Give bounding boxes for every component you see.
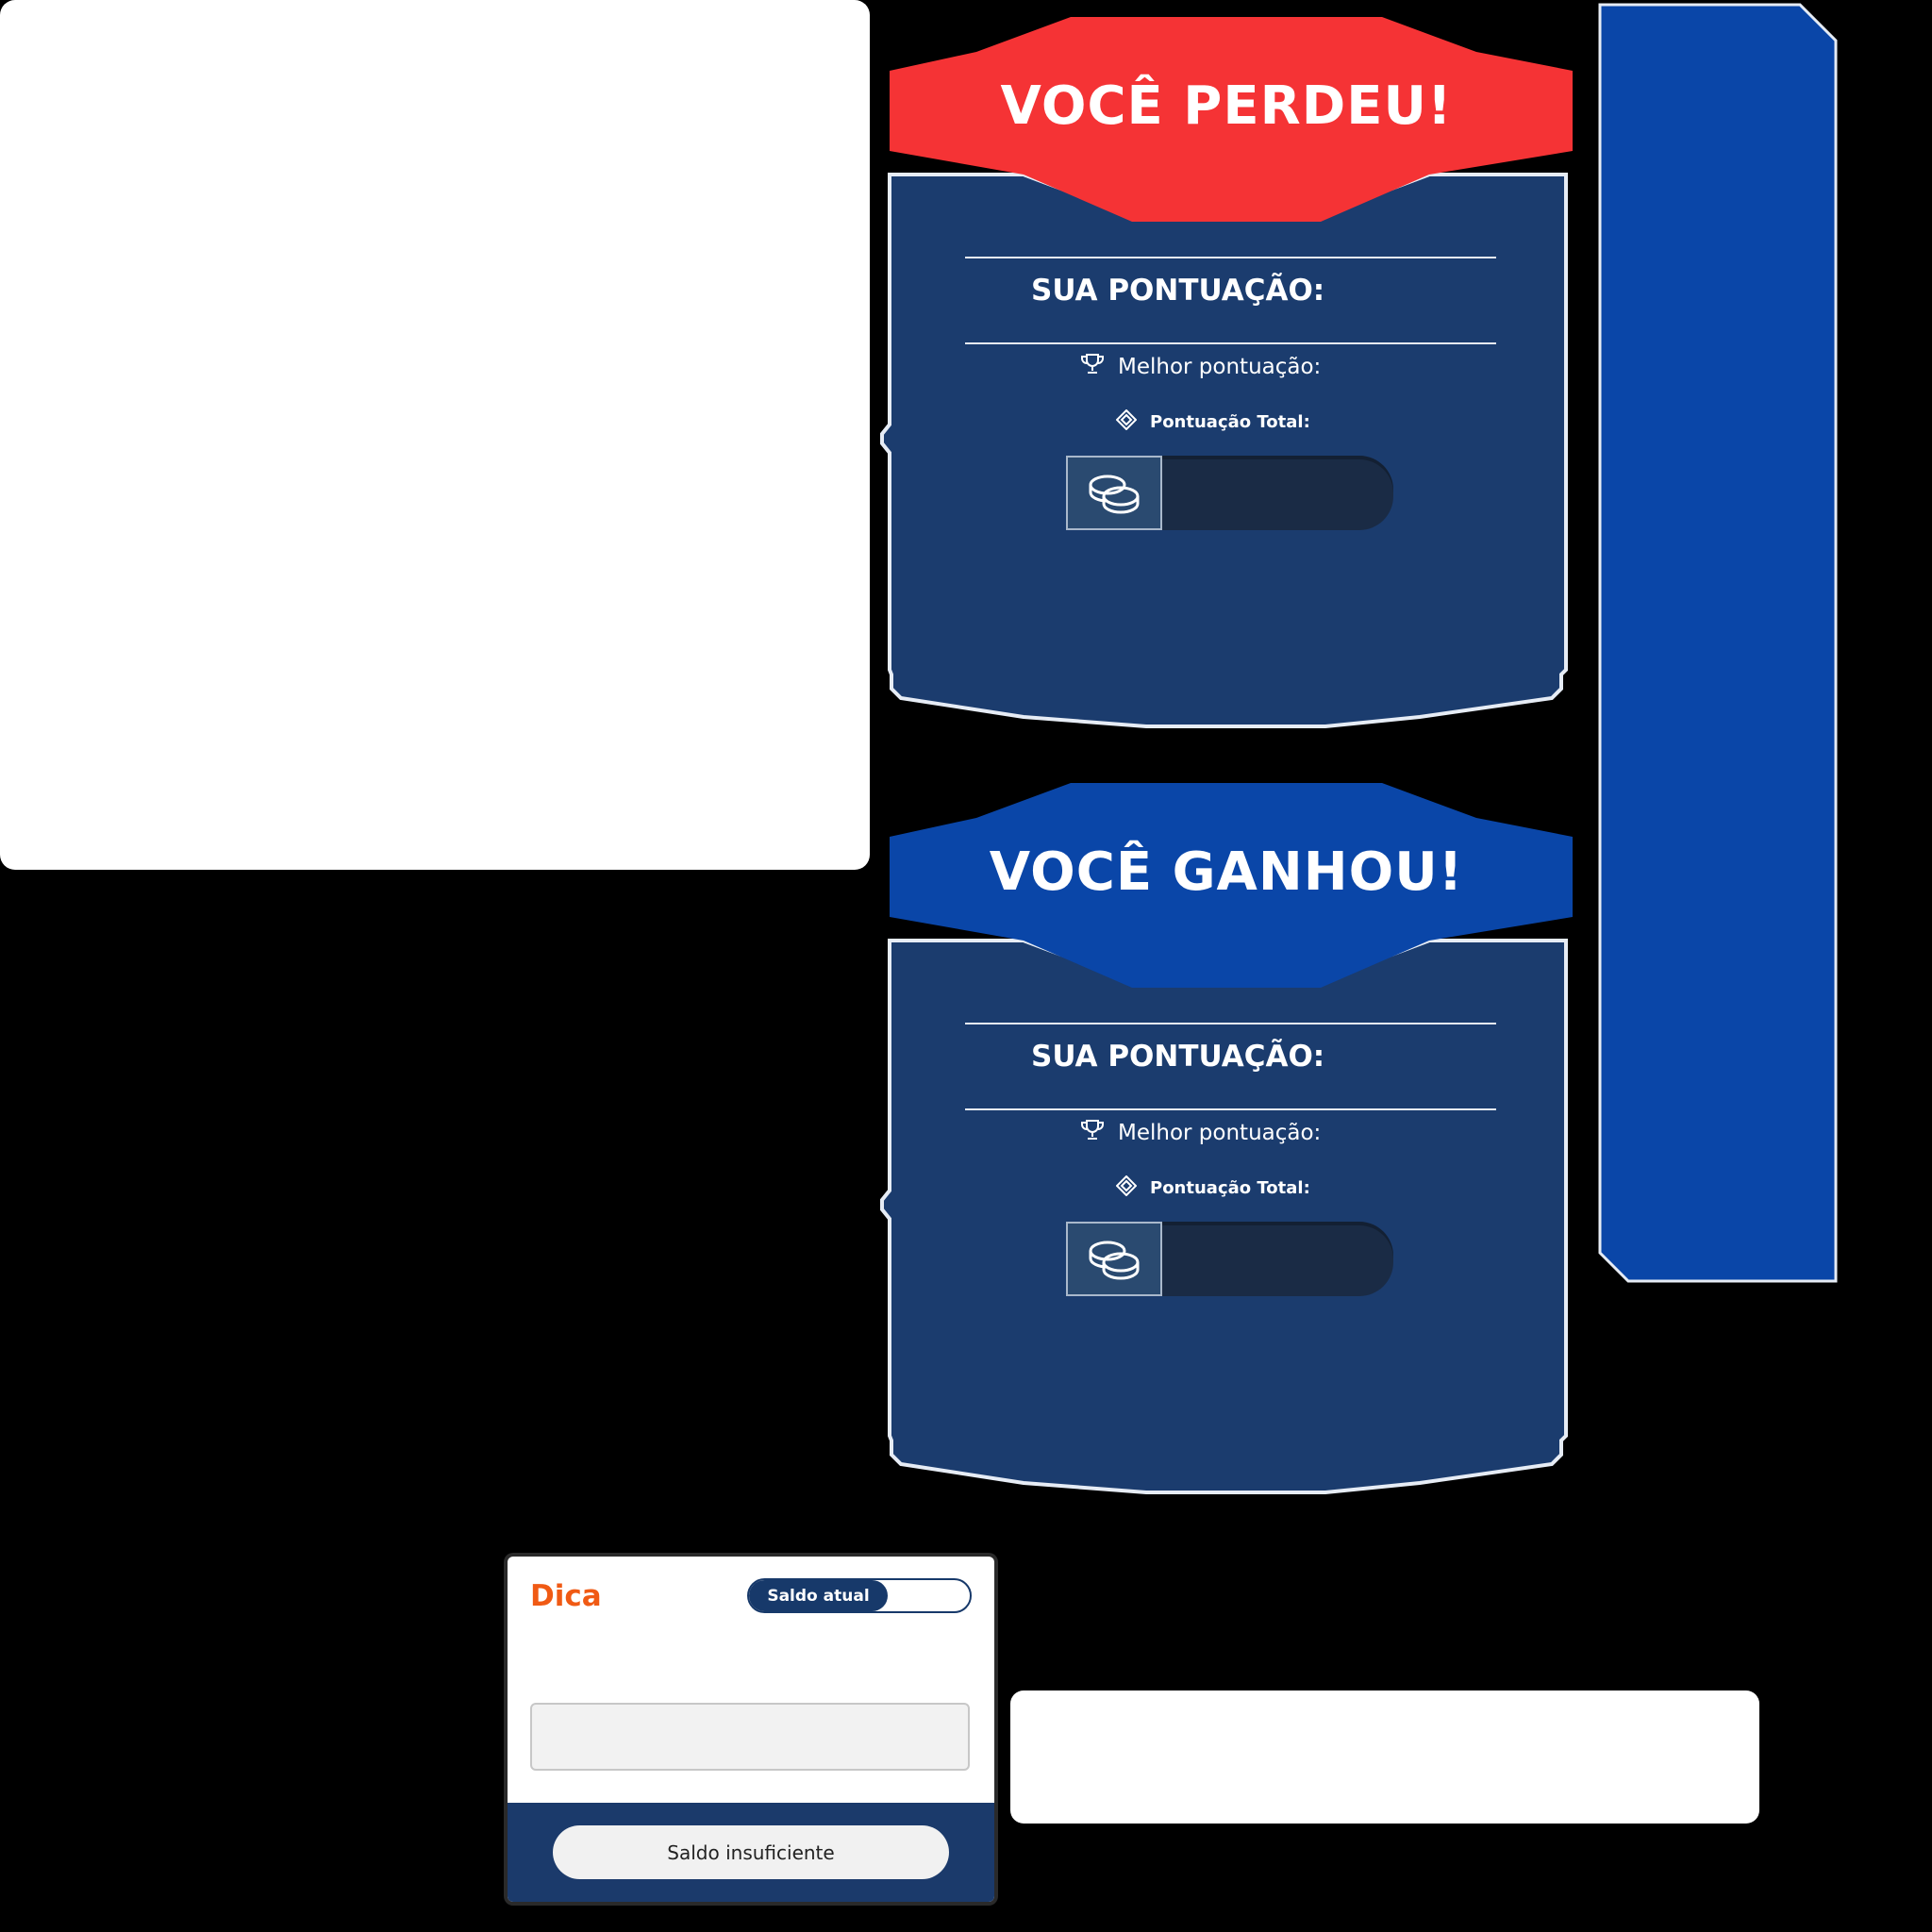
divider bbox=[965, 1108, 1496, 1110]
blank-card-bottom-right bbox=[1010, 1690, 1759, 1824]
insufficient-balance-button[interactable]: Saldo insuficiente bbox=[553, 1825, 949, 1879]
score-label: SUA PONTUAÇÃO: bbox=[1031, 1040, 1325, 1074]
trophy-icon bbox=[1080, 1119, 1105, 1147]
lose-screen: VOCÊ PERDEU! SUA PONTUAÇÃO: Melhor pontu… bbox=[863, 0, 1590, 759]
total-score-label: Pontuação Total: bbox=[1150, 412, 1310, 432]
balance-toggle[interactable]: Saldo atual bbox=[747, 1578, 972, 1613]
coins-value-field bbox=[1162, 456, 1393, 530]
total-score-row: Pontuação Total: bbox=[1115, 1174, 1310, 1201]
win-screen: VOCÊ GANHOU! SUA PONTUAÇÃO: Melhor pontu… bbox=[863, 766, 1590, 1525]
gem-icon bbox=[1115, 408, 1138, 435]
divider bbox=[965, 1023, 1496, 1024]
best-score-row: Melhor pontuação: bbox=[1080, 1119, 1321, 1147]
hint-footer: Saldo insuficiente bbox=[508, 1803, 994, 1902]
coins-value-field bbox=[1162, 1222, 1393, 1296]
hint-input[interactable] bbox=[530, 1703, 970, 1771]
coins-display bbox=[1066, 456, 1393, 530]
coins-icon bbox=[1066, 1222, 1162, 1296]
divider bbox=[965, 257, 1496, 258]
hint-title: Dica bbox=[530, 1579, 602, 1613]
score-label: SUA PONTUAÇÃO: bbox=[1031, 274, 1325, 308]
coins-display bbox=[1066, 1222, 1393, 1296]
hint-card: Dica Saldo atual Saldo insuficiente bbox=[508, 1557, 994, 1902]
best-score-row: Melhor pontuação: bbox=[1080, 353, 1321, 381]
total-score-row: Pontuação Total: bbox=[1115, 408, 1310, 435]
side-panel bbox=[1598, 3, 1838, 1283]
result-title: VOCÊ GANHOU! bbox=[989, 841, 1464, 903]
total-score-label: Pontuação Total: bbox=[1150, 1178, 1310, 1198]
result-title: VOCÊ PERDEU! bbox=[1000, 75, 1453, 137]
best-score-label: Melhor pontuação: bbox=[1118, 1121, 1322, 1145]
coins-icon bbox=[1066, 456, 1162, 530]
divider bbox=[965, 342, 1496, 344]
balance-label: Saldo atual bbox=[749, 1580, 888, 1611]
trophy-icon bbox=[1080, 353, 1105, 381]
best-score-label: Melhor pontuação: bbox=[1118, 355, 1322, 379]
blank-card-top-left bbox=[0, 0, 870, 870]
gem-icon bbox=[1115, 1174, 1138, 1201]
